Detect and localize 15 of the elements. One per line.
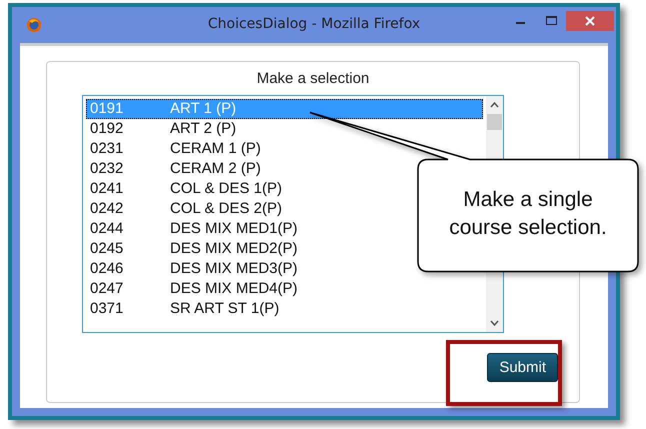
window-title: ChoicesDialog - Mozilla Firefox	[206, 16, 422, 32]
course-option[interactable]: 0371 SR ART ST 1(P)	[86, 299, 483, 319]
submit-button[interactable]: Submit	[487, 353, 558, 382]
close-button[interactable]	[566, 11, 614, 31]
firefox-icon	[26, 17, 42, 33]
maximize-icon	[546, 16, 556, 26]
scrollbar-thumb[interactable]	[487, 114, 502, 130]
course-option[interactable]: 0247 DES MIX MED4(P)	[86, 279, 483, 299]
course-option[interactable]: 0231 CERAM 1 (P)	[86, 139, 483, 159]
close-icon	[585, 16, 595, 26]
callout-text: Make a single course selection.	[448, 187, 608, 241]
dialog-heading: Make a selection	[256, 70, 370, 87]
course-option[interactable]: 0192 ART 2 (P)	[86, 119, 483, 139]
scroll-down-icon[interactable]	[490, 320, 499, 326]
scroll-up-icon[interactable]	[490, 102, 499, 108]
